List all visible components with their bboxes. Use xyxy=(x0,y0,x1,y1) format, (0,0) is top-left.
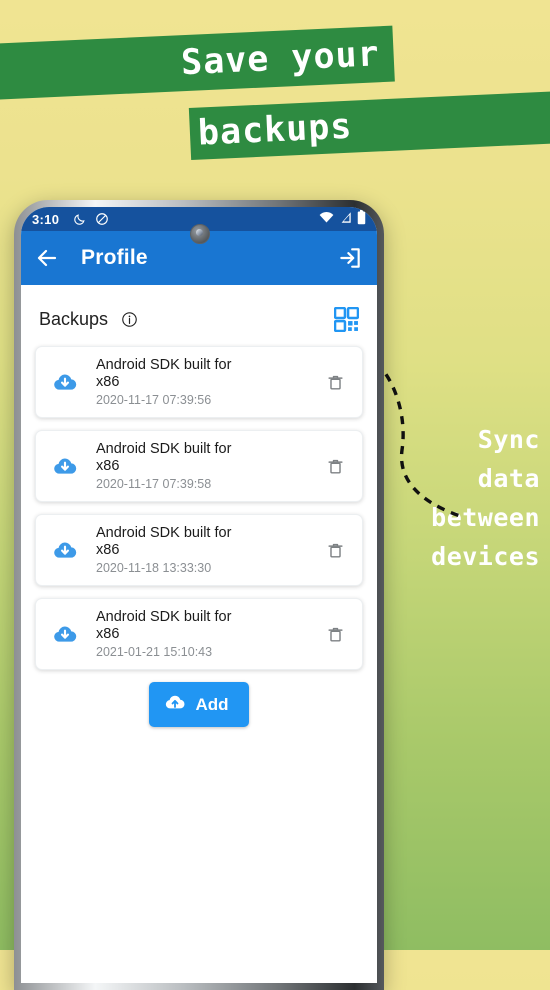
backup-timestamp: 2020-11-17 07:39:58 xyxy=(96,477,212,491)
app-content: Backups Android SDK built for x86 2020-1… xyxy=(21,285,377,983)
backup-name: Android SDK built for x86 xyxy=(96,525,232,558)
backup-timestamp: 2020-11-17 07:39:56 xyxy=(96,393,212,407)
add-button[interactable]: Add xyxy=(149,682,249,727)
backups-section-label: Backups xyxy=(39,309,109,329)
backup-info: Android SDK built for x86 2020-11-17 07:… xyxy=(82,441,320,491)
table-row[interactable]: Android SDK built for x86 2021-01-21 15:… xyxy=(35,598,363,670)
backup-info: Android SDK built for x86 2020-11-17 07:… xyxy=(82,357,320,407)
promo-text-line2: backups xyxy=(197,106,354,154)
qr-code-icon[interactable] xyxy=(334,307,359,332)
page-title: Profile xyxy=(81,246,148,269)
backups-section-header: Backups xyxy=(21,285,377,346)
status-bar-clock: 3:10 xyxy=(32,211,60,227)
backup-info: Android SDK built for x86 2021-01-21 15:… xyxy=(82,609,320,659)
trash-icon[interactable] xyxy=(320,625,350,644)
backup-timestamp: 2021-01-21 15:10:43 xyxy=(96,645,213,659)
backup-info: Android SDK built for x86 2020-11-18 13:… xyxy=(82,525,320,575)
cloud-download-icon[interactable] xyxy=(48,369,82,395)
backup-timestamp: 2020-11-18 13:33:30 xyxy=(96,561,212,575)
cloud-download-icon[interactable] xyxy=(48,453,82,479)
front-camera-punch-hole xyxy=(190,224,210,244)
promo-banner-line1: Save your xyxy=(0,25,395,100)
info-icon[interactable] xyxy=(121,311,138,328)
phone-mockup: 3:10 Profile Backups Android SDK built f… xyxy=(14,200,384,990)
promo-banner-line2: backups xyxy=(188,90,550,160)
moon-icon xyxy=(73,213,86,226)
table-row[interactable]: Android SDK built for x86 2020-11-18 13:… xyxy=(35,514,363,586)
backup-name: Android SDK built for x86 xyxy=(96,609,232,642)
phone-screen: 3:10 Profile Backups Android SDK built f… xyxy=(21,207,377,983)
cloud-download-icon[interactable] xyxy=(48,537,82,563)
logout-icon[interactable] xyxy=(337,245,363,271)
trash-icon[interactable] xyxy=(320,457,350,476)
backup-name: Android SDK built for x86 xyxy=(96,441,232,474)
trash-icon[interactable] xyxy=(320,541,350,560)
promo-text-line1: Save your xyxy=(180,34,381,84)
wifi-icon xyxy=(319,211,334,227)
sync-annotation-line-4: devices xyxy=(431,542,540,571)
add-button-row: Add xyxy=(21,682,377,727)
battery-icon xyxy=(357,210,366,228)
arrow-left-icon[interactable] xyxy=(35,246,59,270)
table-row[interactable]: Android SDK built for x86 2020-11-17 07:… xyxy=(35,430,363,502)
do-not-disturb-icon xyxy=(95,212,109,226)
cloud-upload-icon xyxy=(164,691,186,718)
table-row[interactable]: Android SDK built for x86 2020-11-17 07:… xyxy=(35,346,363,418)
backups-list: Android SDK built for x86 2020-11-17 07:… xyxy=(21,346,377,670)
cellular-signal-icon xyxy=(339,211,352,227)
backup-name: Android SDK built for x86 xyxy=(96,357,232,390)
trash-icon[interactable] xyxy=(320,373,350,392)
add-button-label: Add xyxy=(195,694,229,714)
cloud-download-icon[interactable] xyxy=(48,621,82,647)
